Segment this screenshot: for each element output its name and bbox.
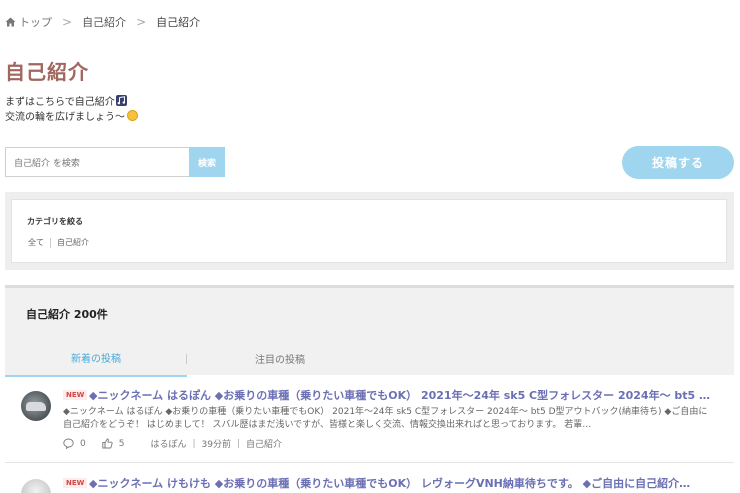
- page-title: 自己紹介: [5, 60, 89, 84]
- post-title[interactable]: ◆ニックネーム けもけも ◆お乗りの車種（乗りたい車種でもOK） レヴォーグVN…: [89, 475, 719, 491]
- category-options: 全て 自己紹介: [28, 237, 89, 248]
- meta-separator: |: [192, 438, 196, 449]
- meta-separator: |: [236, 438, 241, 449]
- breadcrumb-home[interactable]: トップ: [5, 14, 52, 30]
- category-option-all[interactable]: 全て: [28, 237, 44, 248]
- post-title[interactable]: ◆ニックネーム はるぽん ◆お乗りの車種（乗りたい車種でもOK） 2021年〜2…: [89, 387, 719, 403]
- post-time: 39分前: [201, 440, 231, 450]
- category-heading: カテゴリを絞る: [27, 217, 83, 226]
- breadcrumb-current: 自己紹介: [156, 16, 201, 29]
- breadcrumb-separator: >: [62, 15, 73, 29]
- comment-count: 0: [80, 438, 86, 449]
- category-divider: [50, 237, 51, 248]
- breadcrumb-item[interactable]: 自己紹介: [82, 14, 126, 30]
- post-list-header: 自己紹介 200件 新着の投稿 注目の投稿: [5, 285, 734, 377]
- tab-new-posts-label: 新着の投稿: [71, 354, 121, 365]
- post-meta: 0 5 はるぽん | 39分前 | 自己紹介: [63, 437, 282, 450]
- avatar[interactable]: [21, 391, 51, 421]
- post-count: 自己紹介 200件: [26, 308, 108, 321]
- post-category[interactable]: 自己紹介: [246, 437, 282, 450]
- tab-popular-posts-label: 注目の投稿: [255, 355, 305, 366]
- intro-text: まずはこちらで自己紹介 交流の輪を広げましょう〜: [5, 95, 138, 125]
- search-input[interactable]: 自己紹介 を検索: [5, 147, 190, 177]
- new-badge: NEW: [63, 390, 88, 400]
- intro-line-2: 交流の輪を広げましょう〜: [5, 112, 125, 123]
- breadcrumb-home-label: トップ: [19, 16, 52, 29]
- search-placeholder: 自己紹介 を検索: [14, 158, 80, 169]
- like-count: 5: [118, 438, 125, 449]
- tab-popular-posts[interactable]: 注目の投稿: [187, 340, 373, 377]
- search-button[interactable]: 検索: [189, 147, 225, 177]
- category-filter-panel: カテゴリを絞る 全て 自己紹介: [5, 192, 734, 270]
- post-author[interactable]: はるぽん: [150, 437, 186, 450]
- new-badge: NEW: [63, 478, 88, 488]
- comment-icon: [63, 438, 74, 449]
- post-item[interactable]: NEW ◆ニックネーム はるぽん ◆お乗りの車種（乗りたい車種でもOK） 202…: [5, 377, 734, 463]
- category-filter-box: カテゴリを絞る 全て 自己紹介: [11, 199, 727, 263]
- intro-line-1: まずはこちらで自己紹介: [5, 97, 115, 108]
- post-item[interactable]: NEW ◆ニックネーム けもけも ◆お乗りの車種（乗りたい車種でもOK） レヴォ…: [5, 465, 734, 493]
- music-note-icon: [115, 95, 127, 106]
- smile-emoji-icon: [127, 110, 138, 121]
- tab-new-posts[interactable]: 新着の投稿: [5, 340, 187, 377]
- category-option-intro[interactable]: 自己紹介: [57, 237, 89, 248]
- avatar[interactable]: [21, 479, 51, 493]
- thumbs-up-icon[interactable]: [102, 438, 113, 449]
- post-excerpt: ◆ニックネーム はるぽん ◆お乗りの車種（乗りたい車種でもOK） 2021年〜2…: [63, 407, 708, 430]
- breadcrumb-separator: >: [136, 15, 147, 29]
- home-icon: [5, 17, 16, 27]
- breadcrumb: トップ > 自己紹介 > 自己紹介: [5, 14, 200, 30]
- create-post-button[interactable]: 投稿する: [622, 146, 734, 179]
